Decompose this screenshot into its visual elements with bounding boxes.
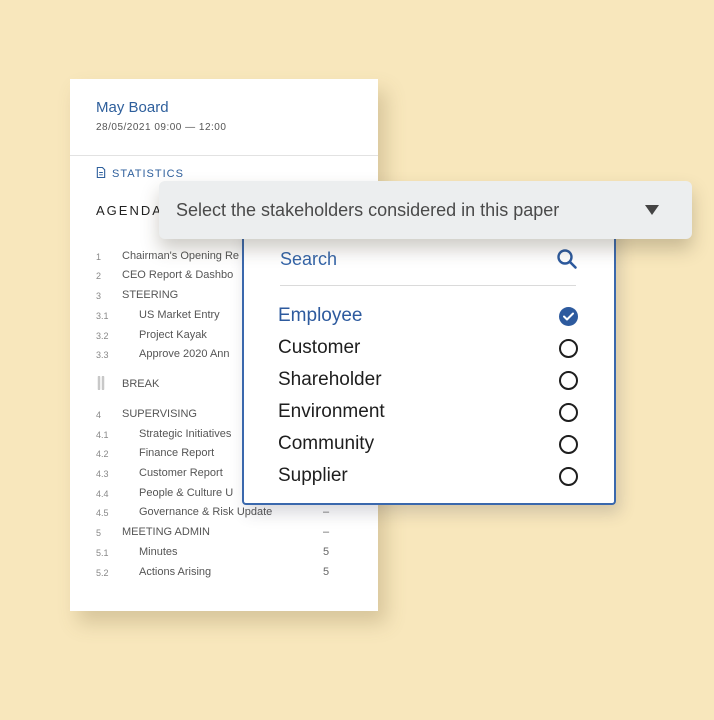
search-input[interactable]: Search [280, 249, 337, 270]
option-label: Community [278, 433, 375, 454]
agenda-section[interactable]: 5 MEETING ADMIN – [70, 526, 378, 544]
meeting-title[interactable]: May Board [96, 99, 169, 116]
item-number: 5.2 [96, 568, 109, 578]
checkmark-icon[interactable] [559, 307, 578, 326]
option-label: Employee [278, 305, 363, 326]
divider [70, 155, 378, 156]
radio-button[interactable] [559, 371, 578, 390]
item-number: 5 [96, 528, 102, 538]
statistics-label: STATISTICS [112, 168, 184, 180]
item-label: Strategic Initiatives [139, 428, 232, 440]
item-number: 4.3 [96, 469, 109, 479]
option-community[interactable]: Community [278, 433, 578, 459]
item-label: STEERING [122, 289, 179, 301]
item-value: 5 [322, 546, 330, 558]
item-label: SUPERVISING [122, 408, 197, 420]
item-number: 4.5 [96, 508, 109, 518]
item-value: 5 [322, 566, 330, 578]
statistics-link[interactable]: STATISTICS [96, 166, 184, 181]
option-label: Supplier [278, 465, 348, 486]
select-placeholder: Select the stakeholders considered in th… [176, 200, 560, 220]
option-environment[interactable]: Environment [278, 401, 578, 427]
item-number: 1 [96, 252, 102, 262]
item-label: Minutes [139, 546, 178, 558]
radio-button[interactable] [559, 403, 578, 422]
search-underline [280, 285, 576, 286]
item-label: Approve 2020 Ann [139, 348, 230, 360]
item-label: People & Culture U [139, 487, 234, 499]
caret-down-icon[interactable] [645, 205, 659, 215]
item-label: Governance & Risk Update [139, 506, 273, 518]
agenda-item[interactable]: 5.2 Actions Arising 5 [70, 566, 378, 584]
item-label: Customer Report [139, 467, 223, 479]
agenda-heading: AGENDA [96, 203, 163, 218]
item-value: – [322, 526, 330, 538]
option-label: Shareholder [278, 369, 382, 390]
item-number: 3.3 [96, 350, 109, 360]
item-label: US Market Entry [139, 309, 220, 321]
item-number: 3.2 [96, 331, 109, 341]
item-label: Actions Arising [139, 566, 212, 578]
option-shareholder[interactable]: Shareholder [278, 369, 578, 395]
radio-button[interactable] [559, 467, 578, 486]
option-customer[interactable]: Customer [278, 337, 578, 363]
item-label: Chairman's Opening Re [122, 250, 240, 262]
option-label: Environment [278, 401, 385, 422]
item-number: 4 [96, 410, 102, 420]
item-number: 4.1 [96, 430, 109, 440]
item-number: 4.2 [96, 449, 109, 459]
option-label: Customer [278, 337, 361, 358]
item-label: Finance Report [139, 447, 215, 459]
option-supplier[interactable]: Supplier [278, 465, 578, 491]
item-number: 5.1 [96, 548, 109, 558]
agenda-item[interactable]: 5.1 Minutes 5 [70, 546, 378, 564]
item-number: 2 [96, 271, 102, 281]
coffee-icon [96, 375, 108, 391]
item-number: 3 [96, 291, 102, 301]
stakeholder-dropdown-panel: Search Employee Customer Shareholder Env… [242, 215, 616, 505]
stakeholder-select[interactable]: Select the stakeholders considered in th… [159, 181, 692, 239]
document-icon [96, 166, 106, 181]
item-label: Project Kayak [139, 329, 207, 341]
item-label: MEETING ADMIN [122, 526, 211, 538]
item-number: 3.1 [96, 311, 109, 321]
meeting-date: 28/05/2021 09:00 — 12:00 [96, 122, 227, 133]
item-label: CEO Report & Dashbo [122, 269, 234, 281]
item-value: – [322, 506, 330, 518]
radio-button[interactable] [559, 435, 578, 454]
radio-button[interactable] [559, 339, 578, 358]
item-label: BREAK [122, 378, 160, 390]
option-employee[interactable]: Employee [278, 305, 578, 331]
agenda-item[interactable]: 4.5 Governance & Risk Update – [70, 506, 378, 524]
search-icon[interactable] [556, 248, 578, 270]
item-number: 4.4 [96, 489, 109, 499]
